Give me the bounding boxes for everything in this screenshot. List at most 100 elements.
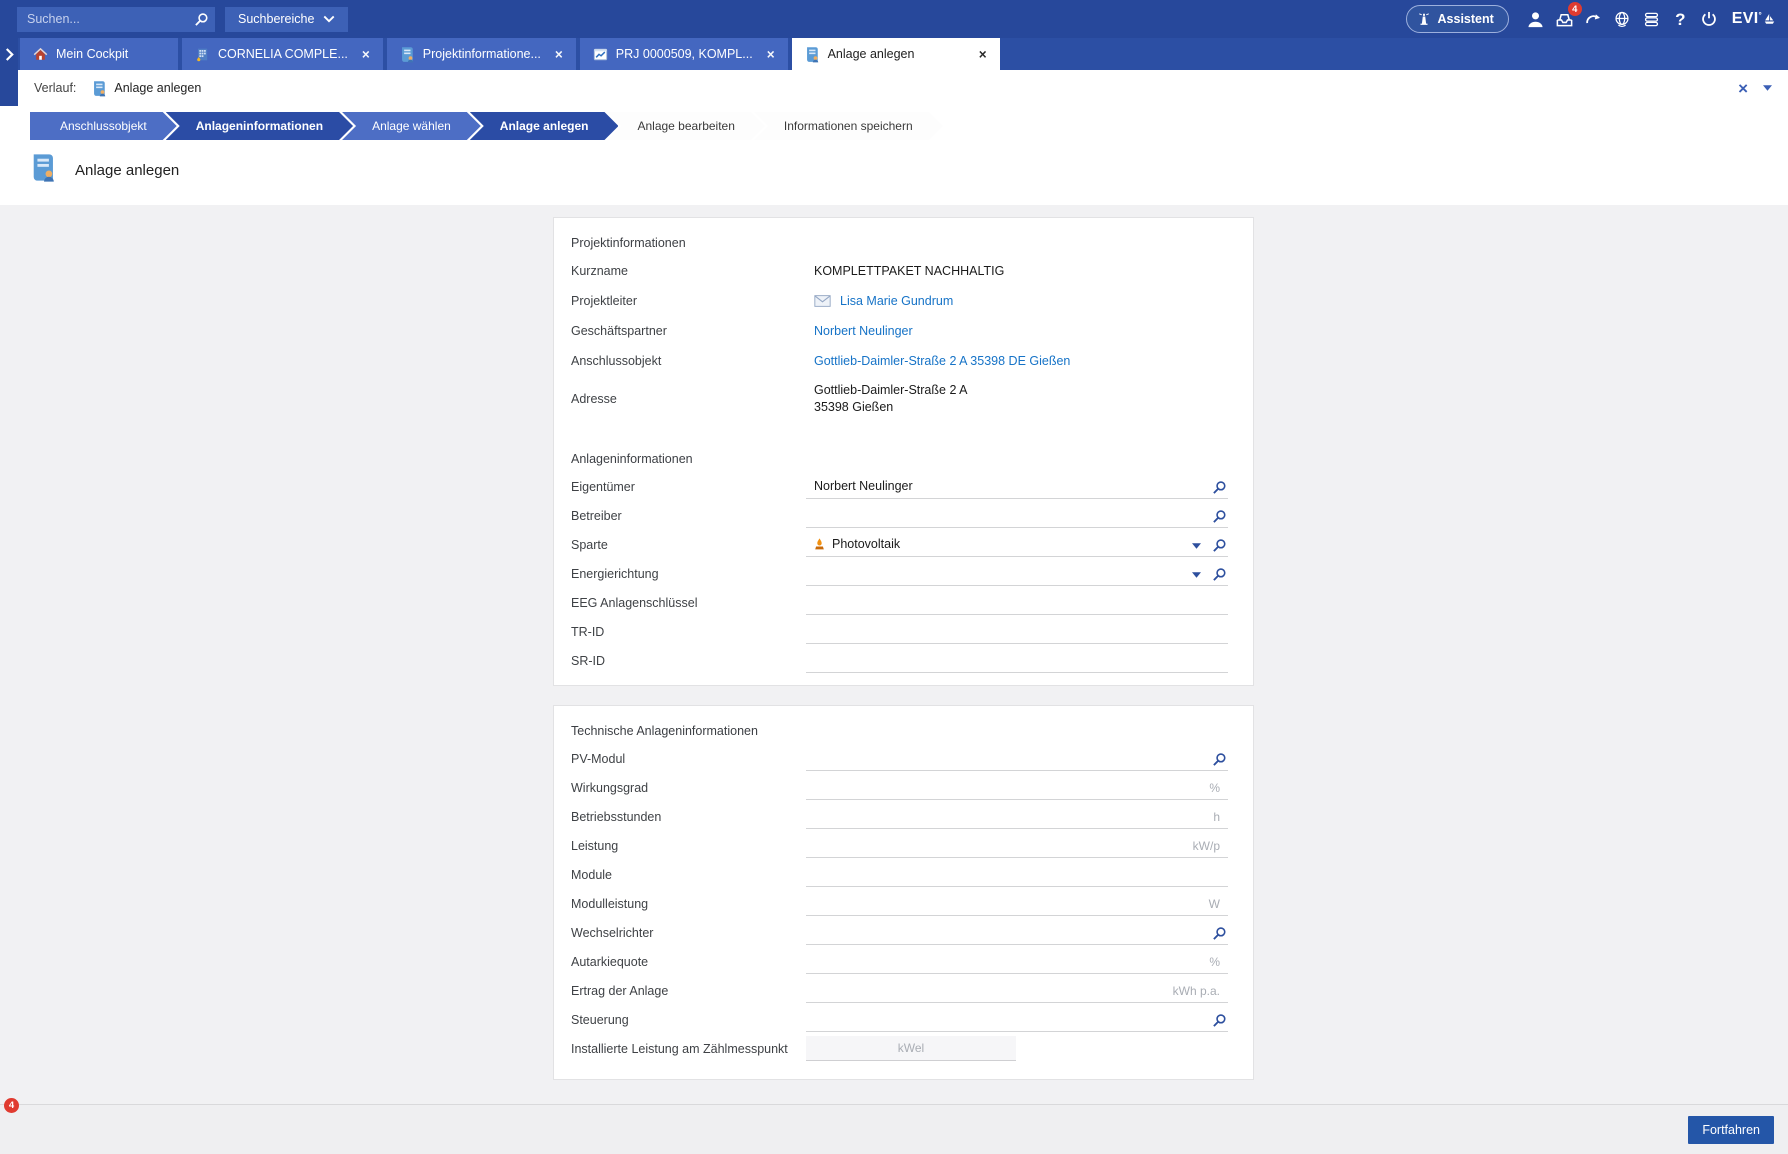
- wechselrichter-input[interactable]: [806, 925, 1228, 939]
- form-row-betreiber: Betreiber: [571, 501, 1236, 530]
- search-input[interactable]: [17, 12, 187, 26]
- autarkiequote-input[interactable]: [806, 954, 1228, 968]
- search-icon[interactable]: [187, 7, 215, 32]
- betriebsstunden-input[interactable]: [806, 809, 1228, 823]
- wizard-step-anlageninformationen[interactable]: Anlageninformationen: [166, 112, 353, 140]
- section-header-projektinformationen: Projektinformationen: [571, 230, 1236, 256]
- inbox-icon[interactable]: 4: [1550, 4, 1579, 34]
- redo-icon[interactable]: [1579, 4, 1608, 34]
- wizard-step-anlage-wahlen[interactable]: Anlage wählen: [342, 112, 481, 140]
- section-header-anlageninformationen: Anlageninformationen: [571, 446, 1236, 472]
- close-icon[interactable]: ×: [761, 47, 775, 62]
- close-icon[interactable]: ×: [356, 47, 370, 62]
- tr-id-input[interactable]: [806, 624, 1228, 638]
- project-doc-icon: [30, 152, 57, 183]
- assistant-button[interactable]: Assistent: [1406, 5, 1509, 33]
- caret-down-icon[interactable]: [1192, 543, 1201, 549]
- geschaftspartner-link[interactable]: Norbert Neulinger: [806, 324, 913, 338]
- tab-prj-0000509-kompl[interactable]: PRJ 0000509, KOMPL...×: [580, 38, 788, 70]
- tab-mein-cockpit[interactable]: Mein Cockpit: [20, 38, 178, 70]
- chevron-down-icon[interactable]: [1763, 85, 1772, 91]
- wizard-step-informationen-speichern[interactable]: Informationen speichern: [754, 112, 943, 140]
- field-label: SR-ID: [571, 654, 806, 668]
- field-label: Betriebsstunden: [571, 810, 806, 824]
- field-value: %: [806, 775, 1236, 800]
- field-label: Modulleistung: [571, 897, 806, 911]
- module-input[interactable]: [806, 867, 1228, 881]
- wizard-step-anlage-anlegen[interactable]: Anlage anlegen: [470, 112, 619, 140]
- wirkungsgrad-input[interactable]: [806, 780, 1228, 794]
- eeg-anlagenschlussel-input[interactable]: [806, 595, 1228, 609]
- field-value: [806, 532, 1236, 557]
- search-icon[interactable]: [1212, 926, 1227, 941]
- field-value: [806, 862, 1236, 887]
- tab-cornelia-comple[interactable]: CORNELIA COMPLE... ×: [182, 38, 383, 70]
- address-line: Gottlieb-Daimler-Straße 2 A: [814, 382, 968, 399]
- close-icon[interactable]: ×: [549, 47, 563, 62]
- sparte-input[interactable]: [825, 537, 1228, 551]
- eigentumer-input[interactable]: [806, 479, 1228, 493]
- database-icon[interactable]: [1637, 4, 1666, 34]
- help-icon[interactable]: ?: [1666, 4, 1695, 34]
- input-underline: [806, 619, 1228, 644]
- field-value: [806, 590, 1236, 615]
- field-label: Installierte Leistung am Zählmesspunkt: [571, 1042, 806, 1056]
- search-icon[interactable]: [1212, 509, 1227, 524]
- field-label: Adresse: [571, 392, 806, 406]
- wizard-step-anschlussobjekt[interactable]: Anschlussobjekt: [30, 112, 177, 140]
- chevron-right-icon: [4, 47, 15, 62]
- search-icon[interactable]: [1212, 480, 1227, 495]
- close-icon[interactable]: ×: [1738, 80, 1748, 97]
- history-entry[interactable]: Anlage anlegen: [92, 80, 201, 97]
- input-underline: [806, 648, 1228, 673]
- power-icon[interactable]: [1695, 4, 1724, 34]
- betreiber-input[interactable]: [806, 508, 1228, 522]
- form-row-steuerung: Steuerung: [571, 1005, 1236, 1034]
- search-scope-button[interactable]: Suchbereiche: [225, 7, 348, 32]
- sidebar-expander[interactable]: [0, 38, 18, 106]
- search-icon[interactable]: [1212, 567, 1227, 582]
- brand-logo: EVI°: [1732, 10, 1776, 28]
- modulleistung-input[interactable]: [806, 896, 1228, 910]
- close-icon[interactable]: ×: [973, 47, 987, 62]
- search-icon[interactable]: [1212, 752, 1227, 767]
- sr-id-input[interactable]: [806, 653, 1228, 667]
- wizard-step-anlage-bearbeiten[interactable]: Anlage bearbeiten: [607, 112, 764, 140]
- field-label: Betreiber: [571, 509, 806, 523]
- tab-anlage-anlegen[interactable]: Anlage anlegen×: [792, 38, 1000, 70]
- tab-label: CORNELIA COMPLE...: [218, 47, 348, 61]
- installierte-leistung-am-zahlmesspunkt-input: [806, 1036, 1016, 1060]
- search-icon[interactable]: [1212, 1013, 1227, 1028]
- field-value: Gottlieb-Daimler-Straße 2 A35398 Gießen: [806, 382, 1236, 416]
- user-icon[interactable]: [1521, 4, 1550, 34]
- continue-button[interactable]: Fortfahren: [1688, 1116, 1774, 1144]
- anschlussobjekt-link[interactable]: Gottlieb-Daimler-Straße 2 A 35398 DE Gie…: [806, 354, 1070, 368]
- input-underline: [806, 590, 1228, 615]
- footer-bar: 4 Fortfahren: [0, 1104, 1788, 1154]
- form-panel-1: ProjektinformationenKurznameKOMPLETTPAKE…: [553, 217, 1254, 686]
- form-row-geschaftspartner: GeschäftspartnerNorbert Neulinger: [571, 316, 1236, 346]
- field-label: Autarkiequote: [571, 955, 806, 969]
- leistung-input[interactable]: [806, 838, 1228, 852]
- caret-down-icon[interactable]: [1192, 572, 1201, 578]
- tab-projektinformatione[interactable]: Projektinformatione... ×: [387, 38, 576, 70]
- field-value: [806, 561, 1236, 586]
- tab-label: Projektinformatione...: [423, 47, 541, 61]
- search-icon[interactable]: [1212, 538, 1227, 553]
- globe-icon[interactable]: [1608, 4, 1637, 34]
- ertrag-der-anlage-input[interactable]: [806, 983, 1228, 997]
- envelope-icon: [814, 295, 831, 307]
- pv-modul-input[interactable]: [806, 751, 1228, 765]
- field-value: [806, 619, 1236, 644]
- project-doc-icon: [805, 46, 820, 63]
- input-underline-short: kWel: [806, 1036, 1016, 1061]
- home-icon: [33, 47, 48, 62]
- form-area: ProjektinformationenKurznameKOMPLETTPAKE…: [0, 205, 1788, 1104]
- form-row-sr-id: SR-ID: [571, 646, 1236, 675]
- field-value: W: [806, 891, 1236, 916]
- steuerung-input[interactable]: [806, 1012, 1228, 1026]
- sailboat-icon: [1763, 13, 1776, 26]
- energierichtung-input[interactable]: [806, 566, 1228, 580]
- field-label: Sparte: [571, 538, 806, 552]
- projektleiter-link[interactable]: Lisa Marie Gundrum: [831, 294, 953, 308]
